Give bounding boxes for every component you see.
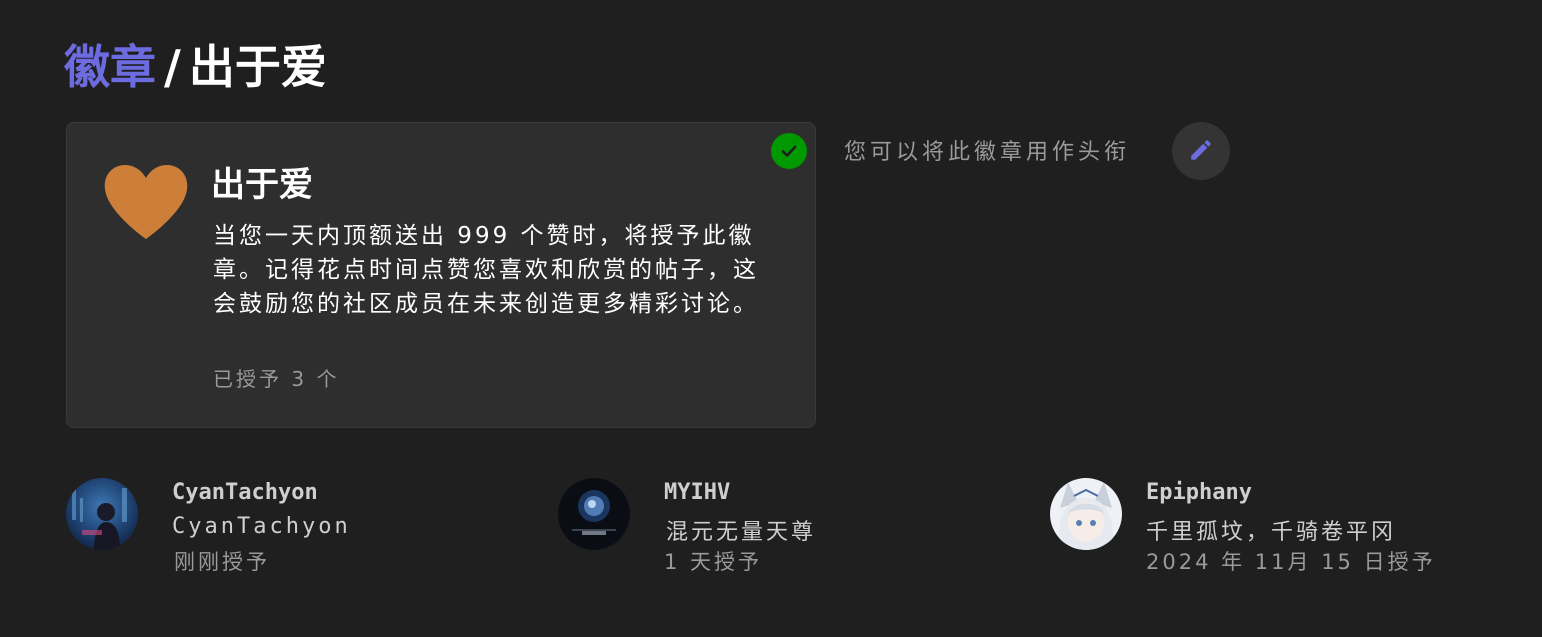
granted-date: 刚刚授予 (174, 550, 270, 574)
breadcrumb-badges-link[interactable]: 徽章 (64, 40, 156, 94)
grantee-item: MYIHV 混元无量天尊 1 天授予 (558, 478, 1018, 588)
avatar[interactable] (66, 478, 138, 550)
badge-card: 出于爱 当您一天内顶额送出 999 个赞时，将授予此徽章。记得花点时间点赞您喜欢… (66, 122, 816, 428)
heart-icon (103, 165, 189, 241)
page-title: 徽章 / 出于爱 (64, 36, 327, 98)
username-link[interactable]: MYIHV (664, 480, 730, 505)
username-link[interactable]: CyanTachyon (172, 480, 318, 505)
badge-page: 徽章 / 出于爱 出于爱 当您一天内顶额送出 999 个赞时，将授予此徽章。记得花点… (0, 0, 1542, 637)
breadcrumb-current: 出于爱 (188, 40, 327, 94)
grantee-item: CyanTachyon CyanTachyon 刚刚授予 (66, 478, 526, 588)
owned-check-icon (771, 133, 807, 169)
badge-description: 当您一天内顶额送出 999 个赞时，将授予此徽章。记得花点时间点赞您喜欢和欣赏的… (213, 223, 759, 317)
granted-date: 1 天授予 (664, 550, 763, 574)
avatar[interactable] (558, 478, 630, 550)
breadcrumb-separator: / (164, 40, 181, 94)
user-title: CyanTachyon (172, 514, 351, 539)
user-title: 千里孤坟，千骑卷平冈 (1146, 520, 1397, 545)
title-usage-text: 您可以将此徽章用作头衔 (844, 140, 1131, 165)
granted-count: 已授予 3 个 (213, 367, 340, 391)
granted-date: 2024 年 11月 15 日授予 (1146, 550, 1436, 574)
pencil-icon (1188, 137, 1214, 166)
edit-title-button[interactable] (1172, 122, 1230, 180)
user-title: 混元无量天尊 (666, 520, 817, 545)
grantee-item: Epiphany 千里孤坟，千骑卷平冈 2024 年 11月 15 日授予 (1050, 478, 1510, 588)
badge-name: 出于爱 (211, 165, 313, 205)
avatar[interactable] (1050, 478, 1122, 550)
username-link[interactable]: Epiphany (1146, 480, 1252, 505)
